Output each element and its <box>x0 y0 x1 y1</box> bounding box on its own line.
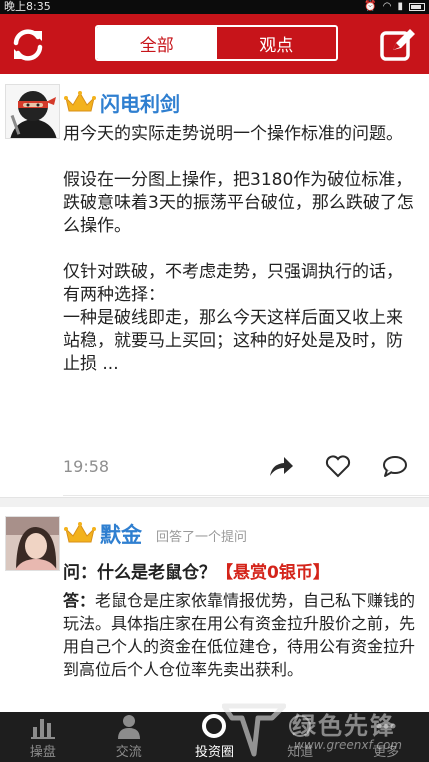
tab-community[interactable]: 交流 <box>86 712 172 762</box>
filter-segmented-control: 全部 观点 <box>95 25 338 61</box>
answer-body[interactable]: 答：老鼠仓是庄家依靠情报优势，自己私下赚钱的玩法。具体指庄家在用公有资金拉升股价… <box>63 589 419 681</box>
answer-text: 老鼠仓是庄家依靠情报优势，自己私下赚钱的玩法。具体指庄家在用公有资金拉升股价之前… <box>63 591 416 679</box>
compose-button[interactable] <box>379 26 417 64</box>
alarm-icon: ⏰ <box>364 1 377 12</box>
post-paragraph: 仅针对跌破，不考虑走势，只强调执行的话，有两种选择： <box>63 262 403 305</box>
feed-post[interactable]: 闪电利剑 用今天的实际走势说明一个操作标准的问题。 假设在一分图上操作，把318… <box>0 74 429 497</box>
username[interactable]: 默金 <box>100 519 142 549</box>
bounty-badge: 【悬赏0银币】 <box>216 563 330 583</box>
divider <box>63 495 429 496</box>
status-time: 晚上8:35 <box>4 0 51 13</box>
crown-icon <box>64 522 96 543</box>
tab-knowledge[interactable]: 知道 <box>257 712 343 762</box>
chart-bars-icon <box>30 719 55 739</box>
status-icons: ⏰ ◠ ▮ <box>364 0 425 14</box>
question-text: 问：什么是老鼠仓？ <box>63 563 216 583</box>
status-bar: 晚上8:35 ⏰ ◠ ▮ <box>0 0 429 14</box>
wifi-icon: ◠ <box>382 1 392 12</box>
comment-icon[interactable] <box>382 454 408 478</box>
top-bar: 全部 观点 <box>0 14 429 74</box>
avatar[interactable] <box>5 516 60 571</box>
question-title[interactable]: 问：什么是老鼠仓？【悬赏0银币】 <box>63 558 423 583</box>
circle-icon <box>202 714 227 738</box>
share-icon[interactable] <box>268 454 294 478</box>
tab-trading[interactable]: 操盘 <box>0 712 86 762</box>
more-icon <box>376 723 396 729</box>
post-paragraph: 假设在一分图上操作，把3180作为破位标准，跌破意味着3天的振荡平台破位，那么跌… <box>63 170 414 236</box>
post-body[interactable]: 用今天的实际走势说明一个操作标准的问题。 假设在一分图上操作，把3180作为破位… <box>63 123 419 376</box>
refresh-button[interactable] <box>10 27 46 63</box>
portrait-avatar-image <box>6 517 59 570</box>
tab-label: 知道 <box>287 745 314 760</box>
ninja-avatar-image <box>6 85 59 138</box>
tab-more[interactable]: 更多 <box>343 712 429 762</box>
tab-all[interactable]: 全部 <box>97 27 217 59</box>
tab-label: 交流 <box>115 745 142 760</box>
heart-icon[interactable] <box>325 454 351 478</box>
bottom-tab-bar: 操盘 交流 投资圈 知道 更多 <box>0 712 429 762</box>
tab-investment-circle[interactable]: 投资圈 <box>172 712 258 762</box>
tab-label: 投资圈 <box>194 745 234 760</box>
post-paragraph: 一种是破线即走，那么今天这样后面又收上来站稳，就要马上买回；这种的好处是及时，防… <box>63 308 403 374</box>
post-time: 19:58 <box>63 457 110 476</box>
answer-label: 答： <box>63 591 96 610</box>
activity-note: 回答了一个提问 <box>156 530 248 545</box>
battery-icon <box>409 3 425 11</box>
question-icon <box>289 715 312 737</box>
tab-opinions[interactable]: 观点 <box>216 27 336 59</box>
post-separator <box>0 497 429 507</box>
feed-post[interactable]: 默金 回答了一个提问 问：什么是老鼠仓？【悬赏0银币】 答：老鼠仓是庄家依靠情报… <box>0 507 429 712</box>
feed[interactable]: 闪电利剑 用今天的实际走势说明一个操作标准的问题。 假设在一分图上操作，把318… <box>0 74 429 712</box>
person-icon <box>117 715 140 739</box>
post-paragraph: 用今天的实际走势说明一个操作标准的问题。 <box>63 124 403 144</box>
refresh-icon <box>13 29 43 61</box>
username[interactable]: 闪电利剑 <box>100 88 180 117</box>
edit-icon <box>380 29 415 61</box>
crown-icon <box>64 91 96 112</box>
tab-label: 更多 <box>373 745 400 760</box>
avatar[interactable] <box>5 84 60 139</box>
signal-icon: ▮ <box>397 1 403 12</box>
tab-label: 操盘 <box>29 745 56 760</box>
